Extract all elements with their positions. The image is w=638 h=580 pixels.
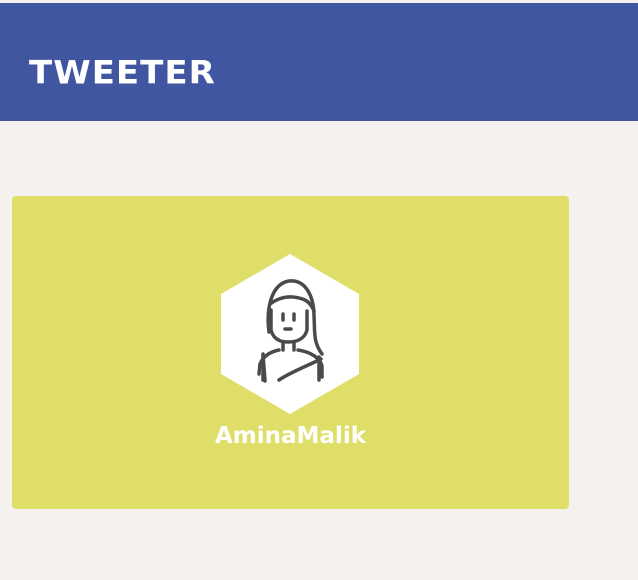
top-header: TWEETER — [0, 3, 638, 121]
profile-card: AminaMalik — [12, 196, 569, 509]
username-label: AminaMalik — [214, 423, 367, 449]
app-logo[interactable]: TWEETER — [29, 54, 216, 92]
woman-avatar-icon — [221, 254, 359, 414]
